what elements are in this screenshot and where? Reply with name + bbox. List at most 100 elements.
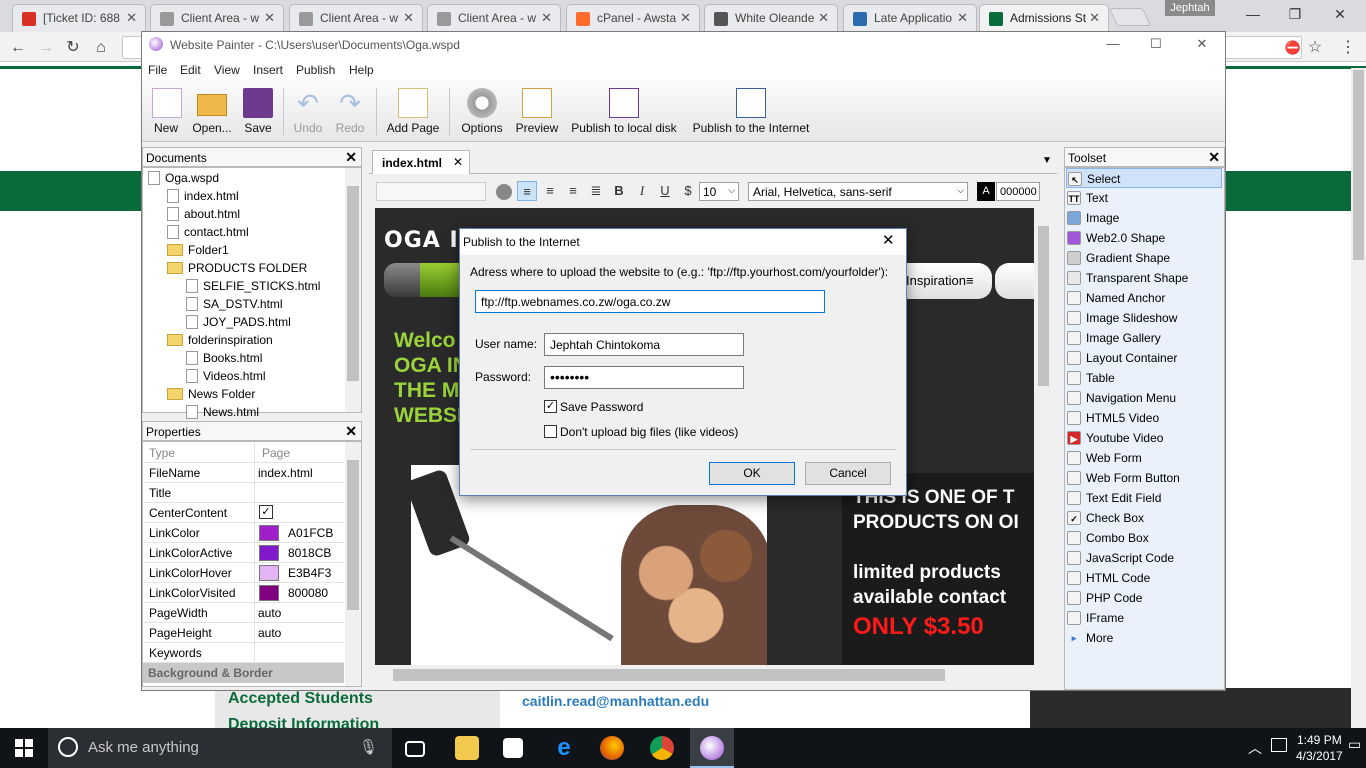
tool-web2-0-shape[interactable]: Web2.0 Shape — [1066, 228, 1222, 248]
documents-scrollbar[interactable] — [345, 168, 361, 412]
menu-help[interactable]: Help — [349, 63, 374, 77]
open-button[interactable]: Open... — [190, 80, 234, 142]
tab-close-icon[interactable]: ✕ — [453, 155, 463, 169]
tool-navigation-menu[interactable]: Navigation Menu — [1066, 388, 1222, 408]
tool-text-edit-field[interactable]: Text Edit Field — [1066, 488, 1222, 508]
home-icon[interactable]: ⌂ — [91, 38, 111, 58]
browser-menu-icon[interactable]: ⋮ — [1338, 38, 1358, 58]
publish-internet-button[interactable]: Publish to the Internet — [688, 80, 814, 142]
tree-item[interactable]: Folder1 — [167, 243, 229, 257]
tab-close-icon[interactable]: ✕ — [126, 10, 137, 26]
promo-box[interactable]: THIS IS ONE OF T PRODUCTS ON OI limited … — [842, 473, 1034, 665]
undo-button[interactable]: ↶ Undo — [290, 80, 326, 142]
property-value[interactable]: auto — [258, 606, 281, 620]
browser-tab[interactable]: Client Area - w ✕ — [427, 4, 561, 32]
dialog-close-icon[interactable]: ✕ — [882, 231, 895, 249]
font-size-select[interactable]: 10 ⌵ — [699, 182, 739, 201]
app-maximize-icon[interactable]: ☐ — [1141, 34, 1171, 54]
property-value[interactable]: 800080 — [288, 586, 328, 600]
app-close-icon[interactable]: ✕ — [1187, 34, 1217, 54]
tree-item[interactable]: index.html — [167, 189, 239, 203]
property-row[interactable]: LinkColorVisited 800080 — [144, 583, 344, 603]
address-input[interactable]: ftp://ftp.webnames.co.zw/oga.co.zw — [475, 290, 825, 313]
tool-combo-box[interactable]: Combo Box — [1066, 528, 1222, 548]
property-row[interactable]: FileName index.html — [144, 463, 344, 483]
no-big-files-label[interactable]: Don't upload big files (like videos) — [560, 425, 738, 439]
bold-icon[interactable]: B — [609, 181, 629, 201]
browser-tab[interactable]: [Ticket ID: 688 ✕ — [12, 4, 146, 32]
nav-item-next[interactable] — [995, 263, 1034, 299]
microphone-icon[interactable]: 🎙 — [359, 738, 378, 756]
save-password-label[interactable]: Save Password — [560, 400, 643, 414]
store-icon[interactable] — [503, 738, 523, 758]
font-family-select[interactable]: Arial, Helvetica, sans-serif ⌵ — [748, 182, 968, 201]
menu-file[interactable]: File — [148, 63, 167, 77]
redo-button[interactable]: ↷ Redo — [332, 80, 368, 142]
property-value[interactable]: 8018CB — [288, 546, 331, 560]
forward-icon[interactable]: → — [36, 38, 56, 58]
tool-image-gallery[interactable]: Image Gallery — [1066, 328, 1222, 348]
file-explorer-icon[interactable] — [455, 736, 479, 760]
tool-web-form[interactable]: Web Form — [1066, 448, 1222, 468]
tab-close-icon[interactable]: ✕ — [680, 10, 691, 26]
tree-item[interactable]: JOY_PADS.html — [186, 315, 291, 329]
firefox-icon[interactable] — [600, 736, 624, 760]
color-swatch[interactable] — [259, 585, 279, 601]
align-justify-icon[interactable]: ≣ — [586, 181, 606, 201]
align-right-icon[interactable]: ≡ — [563, 181, 583, 201]
tree-item[interactable]: SA_DSTV.html — [186, 297, 283, 311]
properties-close-icon[interactable]: ✕ — [345, 423, 357, 440]
username-input[interactable]: Jephtah Chintokoma — [544, 333, 744, 356]
italic-icon[interactable]: I — [632, 181, 652, 201]
property-row[interactable]: CenterContent ✓ — [144, 503, 344, 523]
menu-edit[interactable]: Edit — [180, 63, 201, 77]
preview-button[interactable]: Preview — [514, 80, 560, 142]
tool-transparent-shape[interactable]: Transparent Shape — [1066, 268, 1222, 288]
browser-profile-chip[interactable]: Jephtah — [1165, 0, 1215, 16]
strikethrough-icon[interactable]: $ — [678, 181, 698, 201]
tree-item[interactable]: Videos.html — [186, 369, 265, 383]
action-center-icon[interactable]: ▭ — [1348, 736, 1361, 753]
color-swatch[interactable] — [259, 545, 279, 561]
align-center-icon[interactable]: ≡ — [540, 181, 560, 201]
align-left-icon[interactable]: ≡ — [517, 181, 537, 201]
tool-image-slideshow[interactable]: Image Slideshow — [1066, 308, 1222, 328]
tool-named-anchor[interactable]: Named Anchor — [1066, 288, 1222, 308]
property-row[interactable]: LinkColor A01FCB — [144, 523, 344, 543]
cortana-search-box[interactable]: Ask me anything 🎙 — [48, 728, 392, 768]
editor-hscroll-thumb[interactable] — [393, 669, 945, 681]
new-button[interactable]: New — [148, 80, 184, 142]
page-scrollbar-thumb[interactable] — [1353, 70, 1364, 260]
style-select[interactable] — [376, 182, 486, 201]
property-row[interactable]: PageHeight auto — [144, 623, 344, 643]
tool-table[interactable]: Table — [1066, 368, 1222, 388]
bookmark-star-icon[interactable]: ☆ — [1305, 38, 1325, 58]
tool-web-form-button[interactable]: Web Form Button — [1066, 468, 1222, 488]
tool-more[interactable]: ▸ More — [1066, 628, 1222, 648]
tab-close-icon[interactable]: ✕ — [541, 10, 552, 26]
site-settings-icon[interactable]: ⛔ — [1283, 38, 1303, 58]
app-minimize-icon[interactable]: — — [1098, 34, 1128, 54]
underline-icon[interactable]: U — [655, 181, 675, 201]
editor-vertical-scrollbar[interactable] — [1035, 208, 1052, 665]
reload-icon[interactable]: ↻ — [63, 38, 83, 58]
back-icon[interactable]: ← — [8, 38, 28, 58]
properties-scrollbar-thumb[interactable] — [347, 460, 359, 610]
add-page-button[interactable]: Add Page — [384, 80, 442, 142]
text-color-swatch[interactable]: A — [977, 182, 995, 201]
close-icon[interactable]: ✕ — [1325, 4, 1355, 24]
browser-tab[interactable]: White Oleande ✕ — [704, 4, 838, 32]
browser-tab[interactable]: Admissions St ✕ — [979, 4, 1109, 32]
windows-start-icon[interactable] — [15, 739, 33, 757]
documents-scrollbar-thumb[interactable] — [347, 186, 359, 381]
tree-item[interactable]: contact.html — [167, 225, 249, 239]
tree-item[interactable]: folderinspiration — [167, 333, 273, 347]
menu-publish[interactable]: Publish — [296, 63, 335, 77]
edge-icon[interactable]: e — [552, 736, 576, 760]
color-swatch[interactable] — [259, 565, 279, 581]
accepted-students-link[interactable]: Accepted Students — [228, 690, 373, 708]
publish-local-button[interactable]: Publish to local disk — [570, 80, 678, 142]
toolset-close-icon[interactable]: ✕ — [1208, 149, 1220, 166]
property-row[interactable]: Title — [144, 483, 344, 503]
tab-close-icon[interactable]: ✕ — [957, 10, 968, 26]
